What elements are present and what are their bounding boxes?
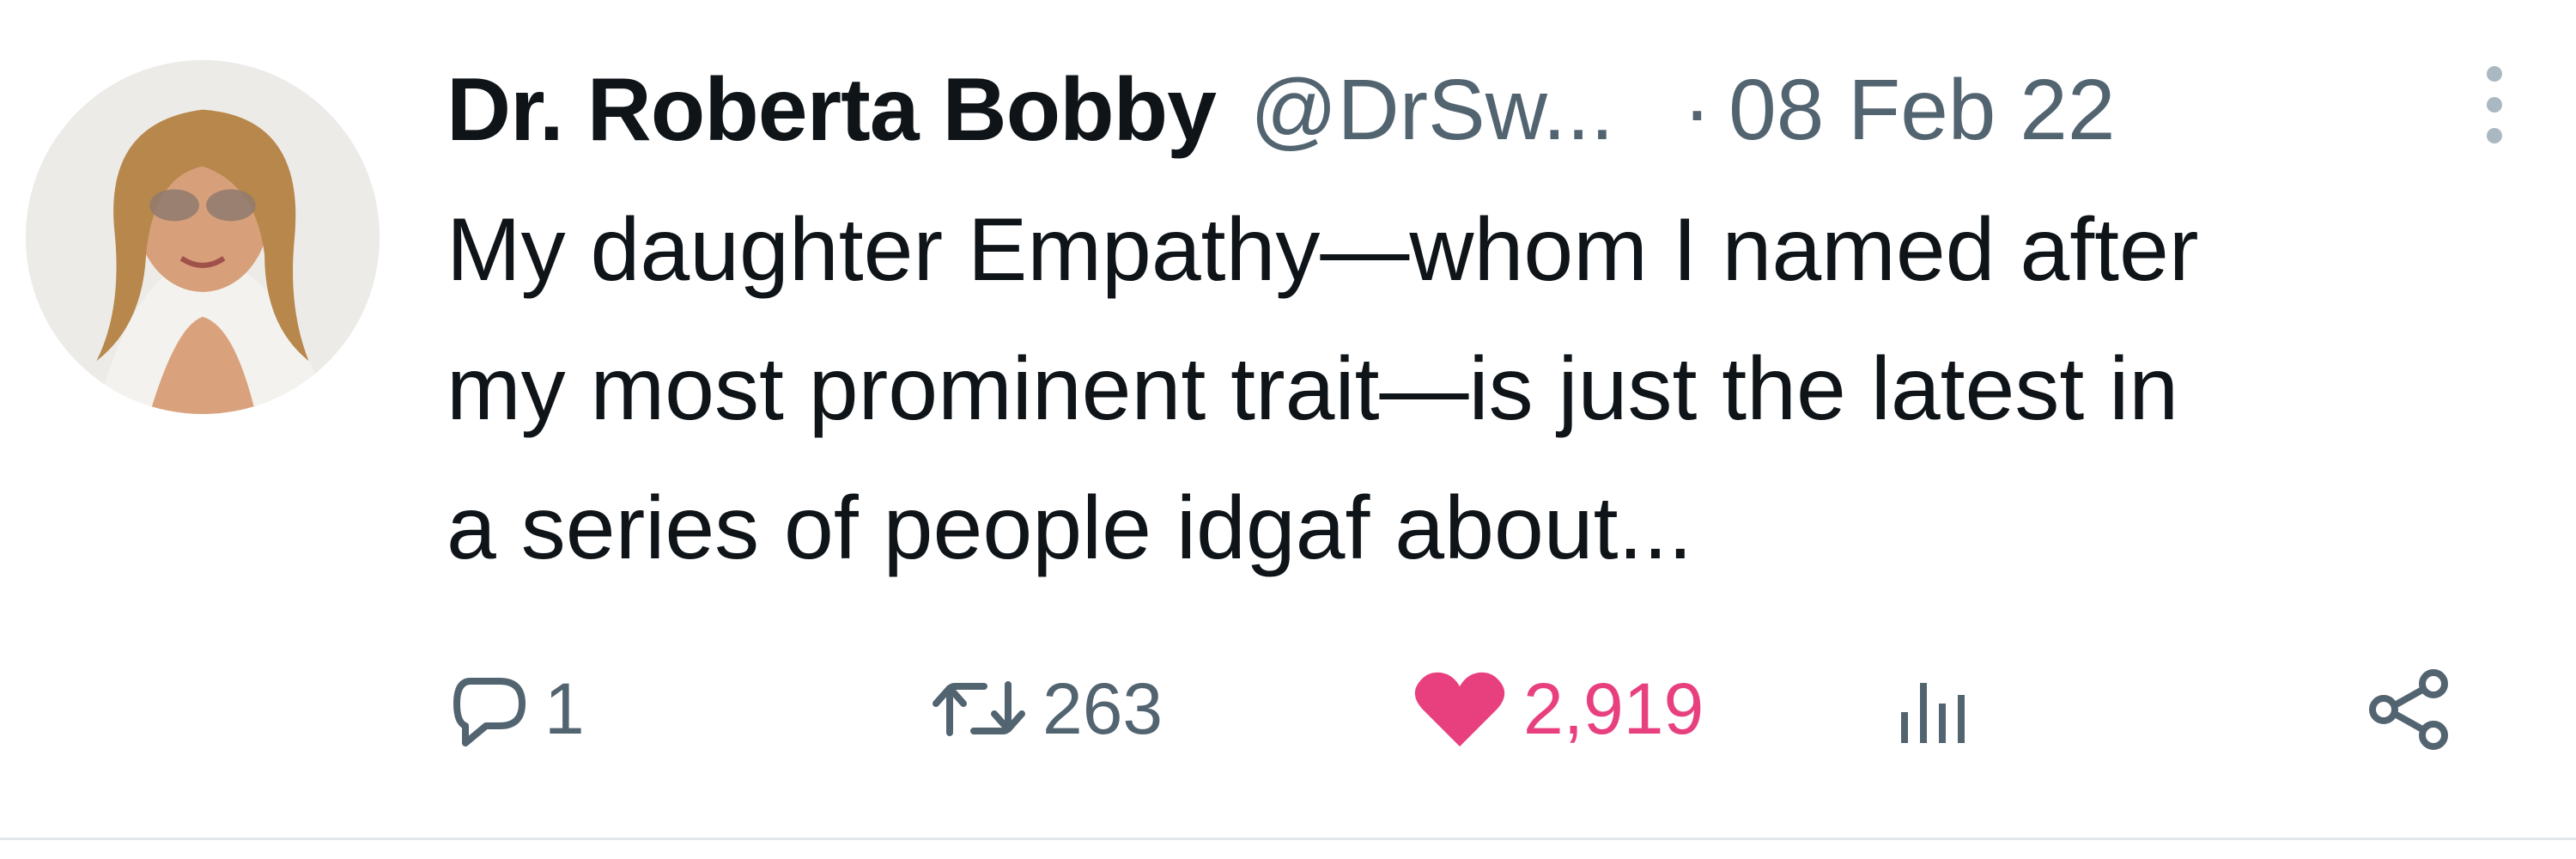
more-button[interactable]	[2473, 62, 2516, 148]
tweet-text-line: my most prominent trait—is just the late…	[447, 339, 2179, 439]
tweet-date[interactable]: 08 Feb 22	[1728, 61, 2115, 160]
heart-icon	[1414, 672, 1505, 746]
author-name[interactable]: Dr. Roberta Bobby	[447, 59, 1217, 161]
share-icon	[2369, 669, 2448, 750]
avatar[interactable]	[26, 60, 380, 414]
tweet-text-line: a series of people idgaf about...	[447, 478, 1693, 578]
avatar-image	[26, 60, 380, 414]
views-button[interactable]	[1889, 653, 1975, 765]
more-vertical-icon	[2487, 66, 2502, 143]
tweet-text: My daughter Empathy—whom I named after m…	[447, 180, 2559, 598]
tweet-text-line: My daughter Empathy—whom I named after	[447, 200, 2199, 300]
separator-dot: ·	[1682, 61, 1712, 158]
like-count: 2,919	[1523, 667, 1704, 749]
tweet-header: Dr. Roberta Bobby @DrSw... · 08 Feb 22	[447, 50, 2115, 170]
reply-button[interactable]: 1	[447, 653, 585, 765]
divider	[0, 838, 2576, 840]
retweet-button[interactable]: 263	[927, 653, 1163, 765]
retweet-icon	[933, 681, 1025, 736]
author-handle[interactable]: @DrSw...	[1250, 61, 1614, 160]
tweet-actions: 1 263 2,919	[447, 653, 2524, 765]
reply-icon	[453, 678, 526, 746]
reply-count: 1	[544, 667, 585, 749]
like-button[interactable]: 2,919	[1408, 653, 1704, 765]
retweet-count: 263	[1042, 667, 1163, 749]
views-icon	[1901, 683, 1965, 743]
share-button[interactable]	[2361, 653, 2456, 765]
tweet[interactable]: Dr. Roberta Bobby @DrSw... · 08 Feb 22 M…	[0, 0, 2576, 859]
